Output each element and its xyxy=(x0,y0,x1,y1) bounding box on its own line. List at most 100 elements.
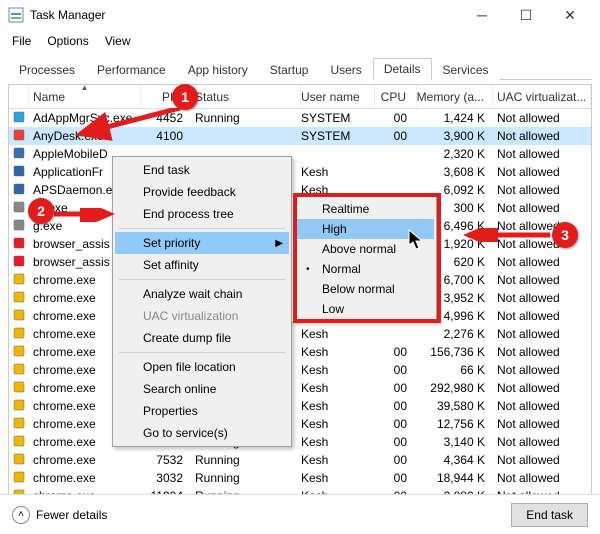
ctx-analyze-wait-chain[interactable]: Analyze wait chain xyxy=(115,283,289,305)
cell-mem: 3,140 K xyxy=(417,435,493,449)
cell-cpu: 00 xyxy=(375,345,417,359)
tab-startup[interactable]: Startup xyxy=(259,59,320,80)
menu-view[interactable]: View xyxy=(99,32,137,50)
menu-file[interactable]: File xyxy=(6,32,37,50)
col-header-status[interactable]: Status xyxy=(191,85,301,108)
cell-cpu: 00 xyxy=(375,381,417,395)
cell-status: Running xyxy=(191,471,301,485)
end-task-button[interactable]: End task xyxy=(511,503,588,527)
ctx-go-to-service-s-[interactable]: Go to service(s) xyxy=(115,422,289,444)
cell-mem: 1,424 K xyxy=(417,111,493,125)
menu-options[interactable]: Options xyxy=(41,32,94,50)
cell-mem: 4,364 K xyxy=(417,453,493,467)
cell-uac: Not allowed xyxy=(493,165,591,179)
table-header: ▲Name PID Status User name CPU Memory (a… xyxy=(9,85,591,109)
cell-cpu: 00 xyxy=(375,129,417,143)
table-row[interactable]: ApplicationFrKesh3,608 KNot allowed xyxy=(9,163,591,181)
maximize-button[interactable]: ☐ xyxy=(504,0,548,30)
process-icon xyxy=(12,326,26,340)
process-icon xyxy=(12,254,26,268)
cell-cpu: 00 xyxy=(375,435,417,449)
process-icon xyxy=(12,218,26,232)
cell-uac: Not allowed xyxy=(493,201,591,215)
annotation-arrow-1 xyxy=(70,108,190,148)
tab-app-history[interactable]: App history xyxy=(177,59,259,80)
cell-cpu: 00 xyxy=(375,363,417,377)
cell-cpu: 00 xyxy=(375,399,417,413)
ctx-set-priority[interactable]: Set priority▶ xyxy=(115,232,289,254)
cell-user: Kesh xyxy=(301,381,375,395)
col-header-uac[interactable]: UAC virtualizat... xyxy=(493,85,591,108)
minimize-button[interactable]: ─ xyxy=(460,0,504,30)
cell-uac: Not allowed xyxy=(493,381,591,395)
ctx-set-affinity[interactable]: Set affinity xyxy=(115,254,289,276)
table-row[interactable]: chrome.exe2652RunningKesh003,140 KNot al… xyxy=(9,433,591,451)
cell-uac: Not allowed xyxy=(493,417,591,431)
cell-mem: 39,580 K xyxy=(417,399,493,413)
col-header-cpu[interactable]: CPU xyxy=(375,85,417,108)
menubar: File Options View xyxy=(0,30,600,52)
cell-name: chrome.exe xyxy=(29,471,141,485)
process-icon xyxy=(12,452,26,466)
process-icon xyxy=(12,470,26,484)
app-icon xyxy=(8,7,24,23)
cell-mem: 3,900 K xyxy=(417,129,493,143)
cell-user: SYSTEM xyxy=(301,111,375,125)
cell-uac: Not allowed xyxy=(493,309,591,323)
cell-user: Kesh xyxy=(301,453,375,467)
cell-pid: 7532 xyxy=(141,453,191,467)
ctx-search-online[interactable]: Search online xyxy=(115,378,289,400)
table-row[interactable]: chrome.exe3032RunningKesh0018,944 KNot a… xyxy=(9,469,591,487)
fewer-details-button[interactable]: ˄ Fewer details xyxy=(12,506,107,524)
cell-user: Kesh xyxy=(301,435,375,449)
cell-mem: 2,320 K xyxy=(417,147,493,161)
table-row[interactable]: chrome.exe2960RunningKesh0012,756 KNot a… xyxy=(9,415,591,433)
ctx-create-dump-file[interactable]: Create dump file xyxy=(115,327,289,349)
table-row[interactable]: chrome.exeKesh00156,736 KNot allowed xyxy=(9,343,591,361)
tab-services[interactable]: Services xyxy=(432,59,500,80)
tab-details[interactable]: Details xyxy=(373,58,432,80)
table-row[interactable]: chrome.exeKesh2,276 KNot allowed xyxy=(9,325,591,343)
cell-uac: Not allowed xyxy=(493,111,591,125)
process-icon xyxy=(12,398,26,412)
table-row[interactable]: chrome.exeKesh00292,980 KNot allowed xyxy=(9,379,591,397)
window-title: Task Manager xyxy=(30,8,105,22)
ctx-provide-feedback[interactable]: Provide feedback xyxy=(115,181,289,203)
process-icon xyxy=(12,164,26,178)
cell-status: Running xyxy=(191,453,301,467)
cell-cpu: 00 xyxy=(375,453,417,467)
process-icon xyxy=(12,308,26,322)
cell-user: Kesh xyxy=(301,165,375,179)
cell-cpu: 00 xyxy=(375,111,417,125)
col-header-name[interactable]: ▲Name xyxy=(29,85,141,108)
tab-performance[interactable]: Performance xyxy=(86,59,177,80)
process-icon xyxy=(12,200,26,214)
process-icon xyxy=(12,380,26,394)
close-button[interactable]: ✕ xyxy=(548,0,592,30)
cell-status: Running xyxy=(191,111,301,125)
col-header-user[interactable]: User name xyxy=(301,85,375,108)
bottombar: ˄ Fewer details End task xyxy=(0,494,600,534)
process-icon xyxy=(12,110,26,124)
cell-mem: 18,944 K xyxy=(417,471,493,485)
table-row[interactable]: chrome.exeKesh0039,580 KNot allowed xyxy=(9,397,591,415)
annotation-arrow-3 xyxy=(462,228,554,242)
cell-mem: 156,736 K xyxy=(417,345,493,359)
col-header-mem[interactable]: Memory (a... xyxy=(417,85,493,108)
annotation-3: 3 xyxy=(552,222,578,248)
cell-mem: 66 K xyxy=(417,363,493,377)
tab-users[interactable]: Users xyxy=(319,59,372,80)
ctx-properties[interactable]: Properties xyxy=(115,400,289,422)
ctx-open-file-location[interactable]: Open file location xyxy=(115,356,289,378)
tab-processes[interactable]: Processes xyxy=(8,59,86,80)
process-icon xyxy=(12,416,26,430)
cell-uac: Not allowed xyxy=(493,345,591,359)
cursor-icon xyxy=(408,229,426,251)
cell-uac: Not allowed xyxy=(493,363,591,377)
ctx-end-process-tree[interactable]: End process tree xyxy=(115,203,289,225)
table-row[interactable]: chrome.exe7532RunningKesh004,364 KNot al… xyxy=(9,451,591,469)
cell-uac: Not allowed xyxy=(493,147,591,161)
ctx-end-task[interactable]: End task xyxy=(115,159,289,181)
table-row[interactable]: chrome.exeKesh0066 KNot allowed xyxy=(9,361,591,379)
cell-user: Kesh xyxy=(301,471,375,485)
